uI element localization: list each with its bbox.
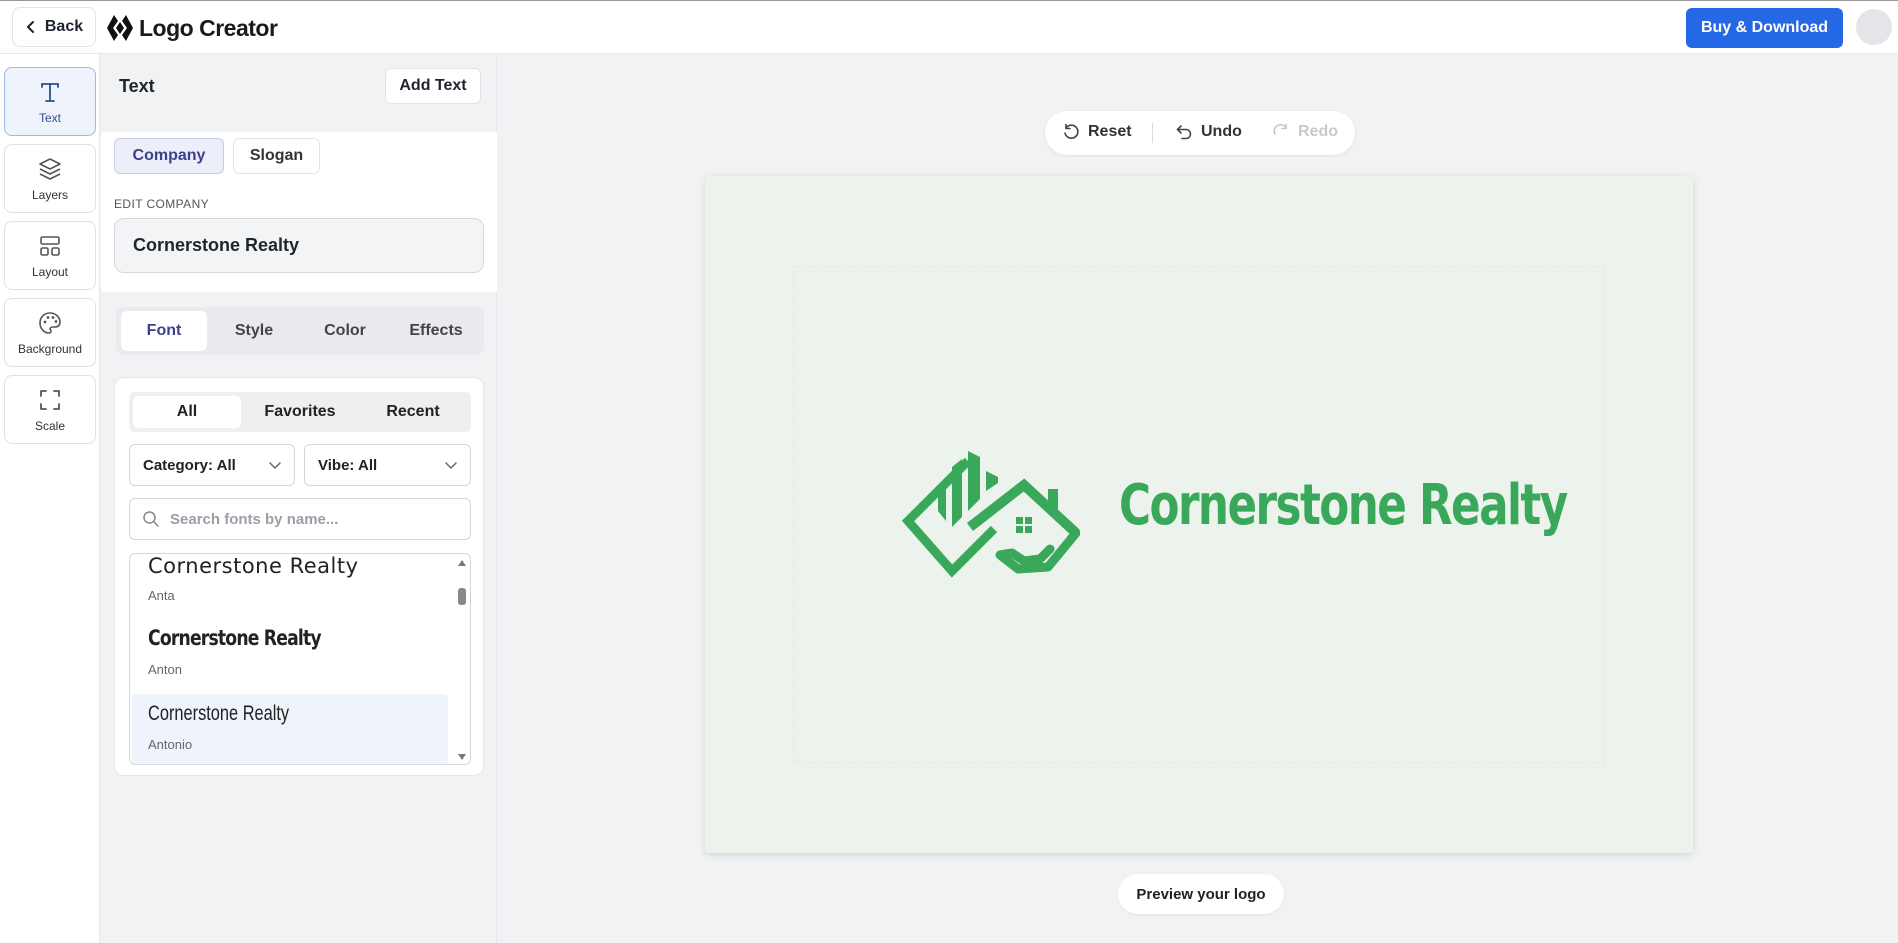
reset-button[interactable]: Reset	[1062, 123, 1132, 141]
undo-label: Undo	[1201, 123, 1242, 140]
font-item-anton[interactable]: Cornerstone Realty Anton	[132, 620, 448, 692]
undo-icon	[1176, 125, 1192, 140]
brand-logo[interactable]: Logo Creator	[105, 13, 278, 43]
font-search-input[interactable]	[170, 510, 450, 528]
scroll-down-arrow-icon[interactable]	[458, 754, 466, 760]
redo-label: Redo	[1298, 123, 1338, 140]
back-button[interactable]: Back	[12, 7, 96, 47]
preview-logo-button[interactable]: Preview your logo	[1118, 874, 1284, 914]
font-filter-tabs: All Favorites Recent	[129, 392, 471, 432]
redo-icon	[1273, 123, 1287, 135]
chevron-left-icon	[26, 21, 34, 33]
category-dropdown[interactable]: Category: All	[129, 444, 295, 486]
style-tabs: Font Style Color Effects	[116, 307, 484, 355]
buy-download-button[interactable]: Buy & Download	[1686, 8, 1843, 48]
chevron-down-icon	[269, 462, 281, 470]
panel-title: Text	[119, 76, 155, 96]
reset-label: Reset	[1088, 123, 1132, 140]
tab-style[interactable]: Style	[211, 311, 297, 351]
layers-icon	[39, 157, 61, 180]
history-toolbar: Reset Undo Redo	[1045, 111, 1355, 155]
layout-icon	[40, 235, 60, 256]
avatar[interactable]	[1856, 9, 1892, 45]
font-sample: Cornerstone Realty	[148, 554, 359, 578]
logo-company-text[interactable]: Cornerstone Realty	[1119, 473, 1568, 538]
chevron-down-icon	[445, 462, 457, 470]
tab-color[interactable]: Color	[302, 311, 388, 351]
reset-icon	[1064, 123, 1079, 139]
text-icon	[41, 82, 59, 102]
font-name: Anton	[148, 662, 182, 677]
add-text-button[interactable]: Add Text	[385, 68, 481, 104]
rail-item-text[interactable]: Text	[4, 67, 96, 136]
filter-all[interactable]: All	[133, 396, 241, 428]
undo-button[interactable]: Undo	[1175, 123, 1242, 141]
rail-item-layers[interactable]: Layers	[4, 144, 96, 213]
back-label: Back	[44, 18, 84, 35]
tab-company[interactable]: Company	[114, 138, 224, 174]
font-picker: All Favorites Recent Category: All Vibe:…	[114, 377, 484, 776]
scroll-thumb[interactable]	[458, 588, 466, 605]
rail-label-layout: Layout	[31, 264, 69, 279]
tab-effects[interactable]: Effects	[393, 311, 479, 351]
vibe-dropdown[interactable]: Vibe: All	[304, 444, 471, 486]
font-list: Cornerstone Realty Anta Cornerstone Real…	[129, 553, 471, 765]
building-house-logo-icon[interactable]	[900, 449, 1080, 579]
font-item-anta[interactable]: Cornerstone Realty Anta	[132, 554, 448, 618]
category-dropdown-value: Category: All	[143, 456, 236, 474]
logo-canvas[interactable]: Cornerstone Realty	[705, 176, 1693, 853]
redo-button[interactable]: Redo	[1272, 123, 1338, 141]
font-name: Antonio	[148, 737, 193, 752]
text-panel: Text Add Text Company Slogan EDIT COMPAN…	[101, 54, 497, 943]
font-sample: Cornerstone Realty	[148, 702, 290, 725]
font-list-scrollbar[interactable]	[456, 558, 468, 762]
font-item-antonio[interactable]: Cornerstone Realty Antonio	[132, 694, 448, 764]
scale-icon	[40, 389, 60, 410]
vibe-dropdown-value: Vibe: All	[318, 456, 378, 474]
tab-font[interactable]: Font	[121, 311, 207, 351]
font-name: Anta	[148, 588, 175, 603]
rail-label-text: Text	[38, 110, 61, 125]
canvas-workspace: Reset Undo Redo Cornerstone Realty Previ…	[498, 54, 1898, 943]
rail-item-background[interactable]: Background	[4, 298, 96, 367]
filter-recent[interactable]: Recent	[359, 396, 467, 428]
edit-company-label: EDIT COMPANY	[114, 197, 210, 211]
font-search[interactable]	[129, 498, 471, 540]
rail-item-layout[interactable]: Layout	[4, 221, 96, 290]
rail-label-background: Background	[17, 341, 83, 356]
rail-label-layers: Layers	[31, 187, 69, 202]
palette-icon	[39, 311, 61, 334]
top-bar: Back Logo Creator Buy & Download	[0, 0, 1898, 54]
scroll-up-arrow-icon[interactable]	[458, 560, 466, 566]
divider	[1152, 123, 1153, 143]
logo-creator-icon	[107, 15, 133, 41]
company-name-field[interactable]: Cornerstone Realty	[114, 218, 484, 273]
font-sample: Cornerstone Realty	[148, 626, 322, 650]
tool-rail: Text Layers Layout Background Scale	[0, 54, 100, 943]
rail-item-scale[interactable]: Scale	[4, 375, 96, 444]
brand-name: Logo Creator	[139, 14, 278, 41]
edit-company-section: Company Slogan EDIT COMPANY Cornerstone …	[101, 132, 497, 292]
filter-favorites[interactable]: Favorites	[246, 396, 354, 428]
rail-label-scale: Scale	[34, 418, 66, 433]
tab-slogan[interactable]: Slogan	[233, 138, 320, 174]
search-icon	[143, 511, 159, 527]
